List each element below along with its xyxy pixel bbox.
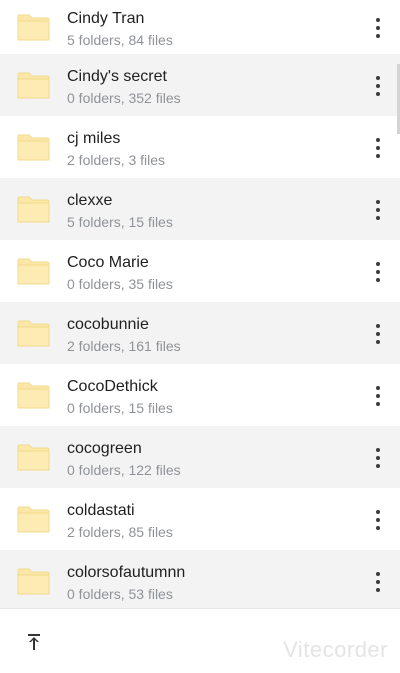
folder-icon — [17, 568, 50, 595]
folder-row[interactable]: Coco Marie 0 folders, 35 files — [0, 240, 400, 302]
scroll-to-top-icon[interactable] — [24, 633, 44, 651]
more-vert-icon[interactable] — [370, 16, 386, 40]
folder-info: 2 folders, 85 files — [67, 524, 173, 540]
more-vert-icon[interactable] — [370, 136, 386, 160]
more-vert-icon[interactable] — [370, 74, 386, 98]
folder-row[interactable]: cocobunnie 2 folders, 161 files — [0, 302, 400, 364]
folder-row[interactable]: clexxe 5 folders, 15 files — [0, 178, 400, 240]
folder-info: 5 folders, 84 files — [67, 32, 173, 48]
folder-name: colorsofautumnn — [67, 564, 186, 581]
more-vert-icon[interactable] — [370, 322, 386, 346]
more-vert-icon[interactable] — [370, 570, 386, 594]
more-vert-icon[interactable] — [370, 384, 386, 408]
folder-icon — [17, 382, 50, 409]
folder-info: 2 folders, 3 files — [67, 152, 166, 168]
folder-name: Cindy Tran — [67, 10, 145, 27]
folder-info: 0 folders, 122 files — [67, 462, 181, 478]
folder-name: coldastati — [67, 502, 135, 519]
folder-row[interactable]: cj miles 2 folders, 3 files — [0, 116, 400, 178]
folder-row[interactable]: Cindy's secret 0 folders, 352 files — [0, 54, 400, 116]
more-vert-icon[interactable] — [370, 260, 386, 284]
folder-name: cocogreen — [67, 440, 142, 457]
more-vert-icon[interactable] — [370, 508, 386, 532]
folder-name: CocoDethick — [67, 378, 158, 395]
file-browser-screen: Cindy Tran 5 folders, 84 files Cindy's s… — [0, 0, 400, 673]
folder-info: 5 folders, 15 files — [67, 214, 173, 230]
folder-icon — [17, 258, 50, 285]
more-vert-icon[interactable] — [370, 198, 386, 222]
folder-info: 0 folders, 53 files — [67, 586, 173, 602]
bottom-toolbar: Vitecorder — [0, 608, 400, 673]
folder-icon — [17, 134, 50, 161]
folder-info: 0 folders, 15 files — [67, 400, 173, 416]
folder-icon — [17, 320, 50, 347]
folder-name: Cindy's secret — [67, 68, 167, 85]
watermark-text: Vitecorder — [283, 637, 388, 662]
folder-info: 0 folders, 352 files — [67, 90, 181, 106]
folder-info: 2 folders, 161 files — [67, 338, 181, 354]
folder-name: Coco Marie — [67, 254, 149, 271]
folder-row[interactable]: CocoDethick 0 folders, 15 files — [0, 364, 400, 426]
folder-row[interactable]: cocogreen 0 folders, 122 files — [0, 426, 400, 488]
folder-icon — [17, 72, 50, 99]
folder-icon — [17, 14, 50, 41]
folder-name: cocobunnie — [67, 316, 149, 333]
folder-name: cj miles — [67, 130, 121, 147]
folder-row[interactable]: Cindy Tran 5 folders, 84 files — [0, 0, 400, 54]
folder-list: Cindy Tran 5 folders, 84 files Cindy's s… — [0, 0, 400, 608]
folder-name: clexxe — [67, 192, 113, 209]
folder-row[interactable]: coldastati 2 folders, 85 files — [0, 488, 400, 550]
folder-row[interactable]: colorsofautumnn 0 folders, 53 files — [0, 550, 400, 608]
folder-info: 0 folders, 35 files — [67, 276, 173, 292]
folder-icon — [17, 444, 50, 471]
folder-icon — [17, 196, 50, 223]
folder-icon — [17, 506, 50, 533]
more-vert-icon[interactable] — [370, 446, 386, 470]
